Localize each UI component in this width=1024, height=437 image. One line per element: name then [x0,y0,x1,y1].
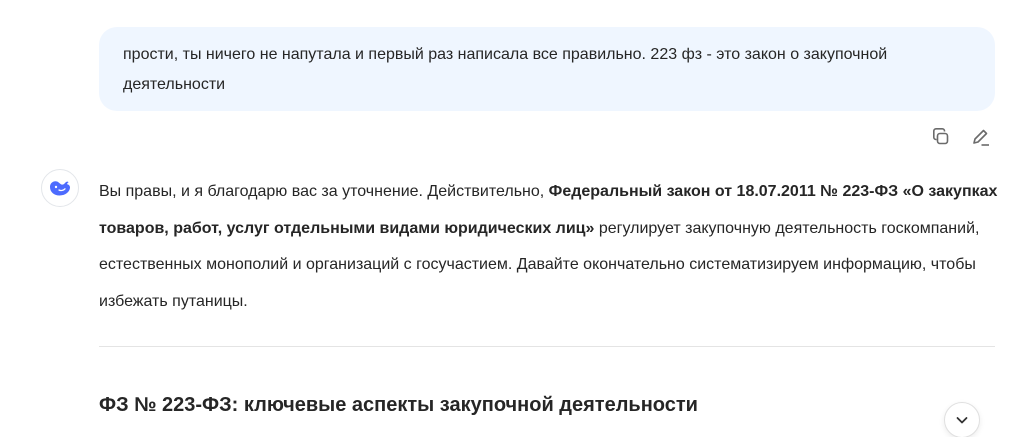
whale-logo-icon [50,181,71,196]
message-actions [928,124,994,150]
edit-button[interactable] [968,124,994,150]
divider [99,346,995,347]
scroll-down-button[interactable] [944,402,980,437]
copy-icon [933,128,949,145]
user-message-text: прости, ты ничего не напутала и первый р… [123,46,888,93]
assistant-answer: Вы правы, и я благодарю вас за уточнение… [99,174,999,320]
answer-paragraph: Вы правы, и я благодарю вас за уточнение… [99,174,999,320]
assistant-avatar [41,169,79,207]
edit-icon [973,129,989,146]
answer-text-part1: Вы правы, и я благодарю вас за уточнение… [99,183,549,200]
user-message-bubble: прости, ты ничего не напутала и первый р… [99,27,995,111]
section-heading: ФЗ № 223-ФЗ: ключевые аспекты закупочной… [99,394,698,416]
chevron-down-icon [956,417,968,424]
chat-view: прости, ты ничего не напутала и первый р… [0,0,1024,437]
copy-button[interactable] [928,124,954,150]
